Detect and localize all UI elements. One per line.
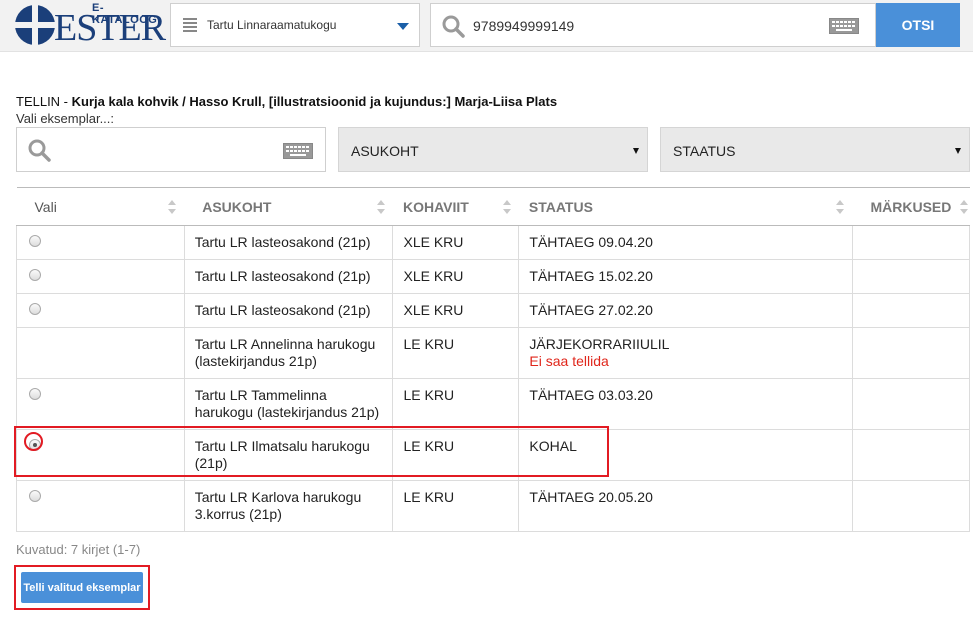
location-cell: Tartu LR lasteosakond (21p) xyxy=(183,293,394,328)
note-cell xyxy=(851,429,971,481)
order-button-highlight: Telli valitud eksemplar xyxy=(14,565,150,610)
status-filter-label: STAATUS xyxy=(673,143,736,159)
header-bar: E-KATALOOG ESTER Tartu Linnaraamatukogu … xyxy=(0,0,973,52)
not-orderable-notice: Ei saa tellida xyxy=(529,353,609,369)
copy-radio[interactable] xyxy=(29,269,41,281)
note-cell xyxy=(851,225,971,260)
column-header-label: STAATUS xyxy=(528,198,593,215)
select-cell xyxy=(16,378,185,430)
chevron-down-icon xyxy=(397,23,409,30)
callno-cell: LE KRU xyxy=(392,327,520,379)
record-count: Kuvatud: 7 kirjet (1-7) xyxy=(16,542,141,557)
location-cell: Tartu LR Tammelinna harukogu (lastekirja… xyxy=(183,378,394,430)
sort-icon xyxy=(168,200,177,214)
status-filter-select[interactable]: STAATUS xyxy=(660,127,970,172)
note-cell xyxy=(851,293,971,328)
chevron-down-icon xyxy=(955,148,961,154)
table-row: Tartu LR Karlova harukogu 3.korrus (21p)… xyxy=(16,480,971,532)
keyboard-icon[interactable] xyxy=(829,18,859,34)
table-row: Tartu LR Tammelinna harukogu (lastekirja… xyxy=(16,378,971,430)
table-row: Tartu LR lasteosakond (21p) XLE KRU TÄHT… xyxy=(16,293,971,328)
globe-logo-icon xyxy=(15,5,55,45)
select-cell xyxy=(16,259,185,294)
search-input[interactable] xyxy=(473,14,813,38)
status-cell: TÄHTAEG 15.02.20 xyxy=(518,259,853,294)
copies-table: Vali ASUKOHT KOHAVIIT STAATUS MÄRKUSED T… xyxy=(16,187,971,532)
note-cell xyxy=(851,378,971,430)
location-cell: Tartu LR lasteosakond (21p) xyxy=(183,259,394,294)
library-select[interactable]: Tartu Linnaraamatukogu xyxy=(170,3,420,47)
status-cell: JÄRJEKORRARIIULIL Ei saa tellida xyxy=(518,327,853,379)
list-icon xyxy=(183,18,197,32)
logo-title: ESTER xyxy=(54,7,166,49)
note-cell xyxy=(851,259,971,294)
column-header-kohaviit[interactable]: KOHAVIIT xyxy=(392,187,519,226)
table-row: Tartu LR lasteosakond (21p) XLE KRU TÄHT… xyxy=(16,259,971,294)
ester-logo[interactable]: E-KATALOOG ESTER xyxy=(14,1,166,49)
callno-cell: XLE KRU xyxy=(392,293,520,328)
location-filter-select[interactable]: ASUKOHT xyxy=(338,127,648,172)
select-cell xyxy=(16,480,185,532)
search-icon xyxy=(442,15,465,38)
location-cell: Tartu LR Ilmatsalu harukogu (21p) xyxy=(183,429,394,481)
callno-cell: XLE KRU xyxy=(392,225,520,260)
note-cell xyxy=(851,480,971,532)
column-header-label: KOHAVIIT xyxy=(402,198,469,215)
location-filter-label: ASUKOHT xyxy=(351,143,419,159)
copy-radio[interactable] xyxy=(29,303,41,315)
keyboard-icon[interactable] xyxy=(283,143,313,159)
order-prefix: TELLIN - xyxy=(16,94,72,109)
book-title: Kurja kala kohvik / Hasso Krull, [illust… xyxy=(71,94,558,109)
status-cell: TÄHTAEG 20.05.20 xyxy=(518,480,853,532)
table-row: Tartu LR lasteosakond (21p) XLE KRU TÄHT… xyxy=(16,225,971,260)
note-cell xyxy=(851,327,971,379)
choose-copy-label: Vali eksemplar...: xyxy=(16,111,115,126)
search-button[interactable]: OTSI xyxy=(876,3,960,47)
status-cell: TÄHTAEG 27.02.20 xyxy=(518,293,853,328)
copy-radio-selected[interactable] xyxy=(29,439,41,451)
select-cell xyxy=(16,293,185,328)
callno-cell: LE KRU xyxy=(392,429,520,481)
sort-icon xyxy=(836,200,845,214)
sort-icon xyxy=(376,200,385,214)
location-cell: Tartu LR lasteosakond (21p) xyxy=(183,225,394,260)
select-cell xyxy=(16,327,185,379)
table-row: Tartu LR Annelinna harukogu (lastekirjan… xyxy=(16,327,971,379)
status-cell: TÄHTAEG 09.04.20 xyxy=(518,225,853,260)
callno-cell: LE KRU xyxy=(392,480,520,532)
column-header-label: Vali xyxy=(34,198,57,215)
copy-radio[interactable] xyxy=(29,388,41,400)
library-select-value: Tartu Linnaraamatukogu xyxy=(207,18,337,32)
copy-radio[interactable] xyxy=(29,490,41,502)
filter-search-box[interactable] xyxy=(16,127,326,172)
column-header-markused[interactable]: MÄRKUSED xyxy=(852,187,970,226)
select-cell xyxy=(16,225,185,260)
table-row-selected: Tartu LR Ilmatsalu harukogu (21p) LE KRU… xyxy=(16,429,971,481)
sort-icon xyxy=(959,200,968,214)
callno-cell: XLE KRU xyxy=(392,259,520,294)
search-box xyxy=(430,3,876,47)
status-cell: TÄHTAEG 03.03.20 xyxy=(518,378,853,430)
callno-cell: LE KRU xyxy=(392,378,520,430)
status-text: JÄRJEKORRARIIULIL xyxy=(529,336,670,352)
search-icon xyxy=(28,139,51,162)
column-header-staatus[interactable]: STAATUS xyxy=(518,187,853,226)
sort-icon xyxy=(502,200,511,214)
order-title: TELLIN - Kurja kala kohvik / Hasso Krull… xyxy=(16,94,557,109)
copy-radio[interactable] xyxy=(29,235,41,247)
column-header-label: MÄRKUSED xyxy=(870,198,952,215)
select-cell xyxy=(16,429,185,481)
status-cell: KOHAL xyxy=(518,429,853,481)
column-header-label: ASUKOHT xyxy=(202,198,272,215)
order-selected-copy-button[interactable]: Telli valitud eksemplar xyxy=(21,572,143,603)
column-header-vali[interactable]: Vali xyxy=(16,187,185,226)
location-cell: Tartu LR Annelinna harukogu (lastekirjan… xyxy=(183,327,394,379)
chevron-down-icon xyxy=(633,148,639,154)
location-cell: Tartu LR Karlova harukogu 3.korrus (21p) xyxy=(183,480,394,532)
column-header-asukoht[interactable]: ASUKOHT xyxy=(184,187,393,226)
table-header-row: Vali ASUKOHT KOHAVIIT STAATUS MÄRKUSED xyxy=(16,187,970,226)
